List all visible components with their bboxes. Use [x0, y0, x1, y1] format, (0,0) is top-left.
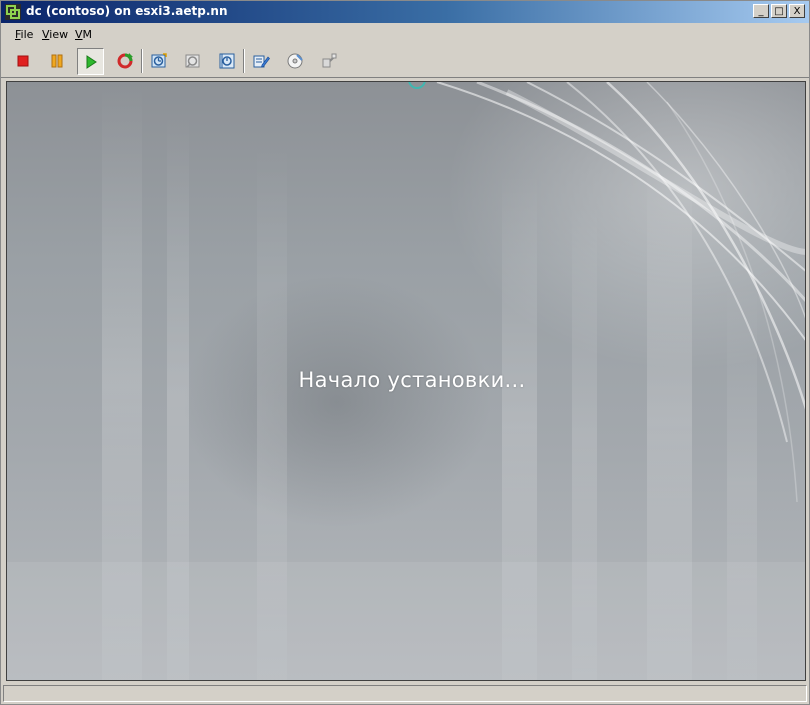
close-button[interactable]: X: [789, 4, 805, 18]
power-on-button[interactable]: [77, 48, 104, 75]
cd-drive-icon: [287, 53, 303, 69]
toolbar-separator: [243, 49, 245, 73]
window-title: dc (contoso) on esxi3.aetp.nn: [26, 4, 228, 18]
menu-vm[interactable]: VM: [75, 28, 92, 41]
toolbar-separator: [141, 49, 143, 73]
setup-status-message: Начало установки...: [298, 368, 526, 392]
vm-console-screen[interactable]: Начало установки...: [6, 81, 806, 681]
snapshot-icon: [151, 53, 167, 68]
title-bar[interactable]: dc (contoso) on esxi3.aetp.nn _ □ X: [1, 1, 809, 23]
revert-snapshot-button[interactable]: [181, 49, 205, 73]
stop-icon: [17, 55, 29, 67]
cd-dvd-button[interactable]: [283, 49, 307, 73]
edit-settings-button[interactable]: [249, 49, 273, 73]
maximize-button[interactable]: □: [771, 4, 787, 18]
snapshot-manager-button[interactable]: [215, 49, 239, 73]
play-icon: [86, 54, 97, 69]
vmware-console-icon: [5, 4, 21, 20]
connect-device-button[interactable]: [317, 49, 341, 73]
status-bar: [3, 685, 807, 702]
pause-icon: [51, 54, 63, 68]
revert-snapshot-icon: [185, 54, 200, 68]
reset-icon: [117, 53, 133, 69]
reset-button[interactable]: [113, 49, 137, 73]
connect-device-icon: [322, 53, 337, 68]
edit-settings-icon: [253, 55, 270, 68]
suspend-button[interactable]: [45, 49, 69, 73]
menu-file[interactable]: File: [15, 28, 33, 41]
take-snapshot-button[interactable]: [147, 49, 171, 73]
toolbar: [1, 45, 809, 78]
minimize-button[interactable]: _: [753, 4, 769, 18]
menu-bar: File View VM: [1, 24, 809, 44]
window-controls: _ □ X: [751, 4, 805, 20]
vm-console-window: dc (contoso) on esxi3.aetp.nn _ □ X File…: [0, 0, 810, 705]
snapshot-manager-icon: [219, 53, 235, 69]
power-off-button[interactable]: [11, 49, 35, 73]
menu-view[interactable]: View: [42, 28, 68, 41]
